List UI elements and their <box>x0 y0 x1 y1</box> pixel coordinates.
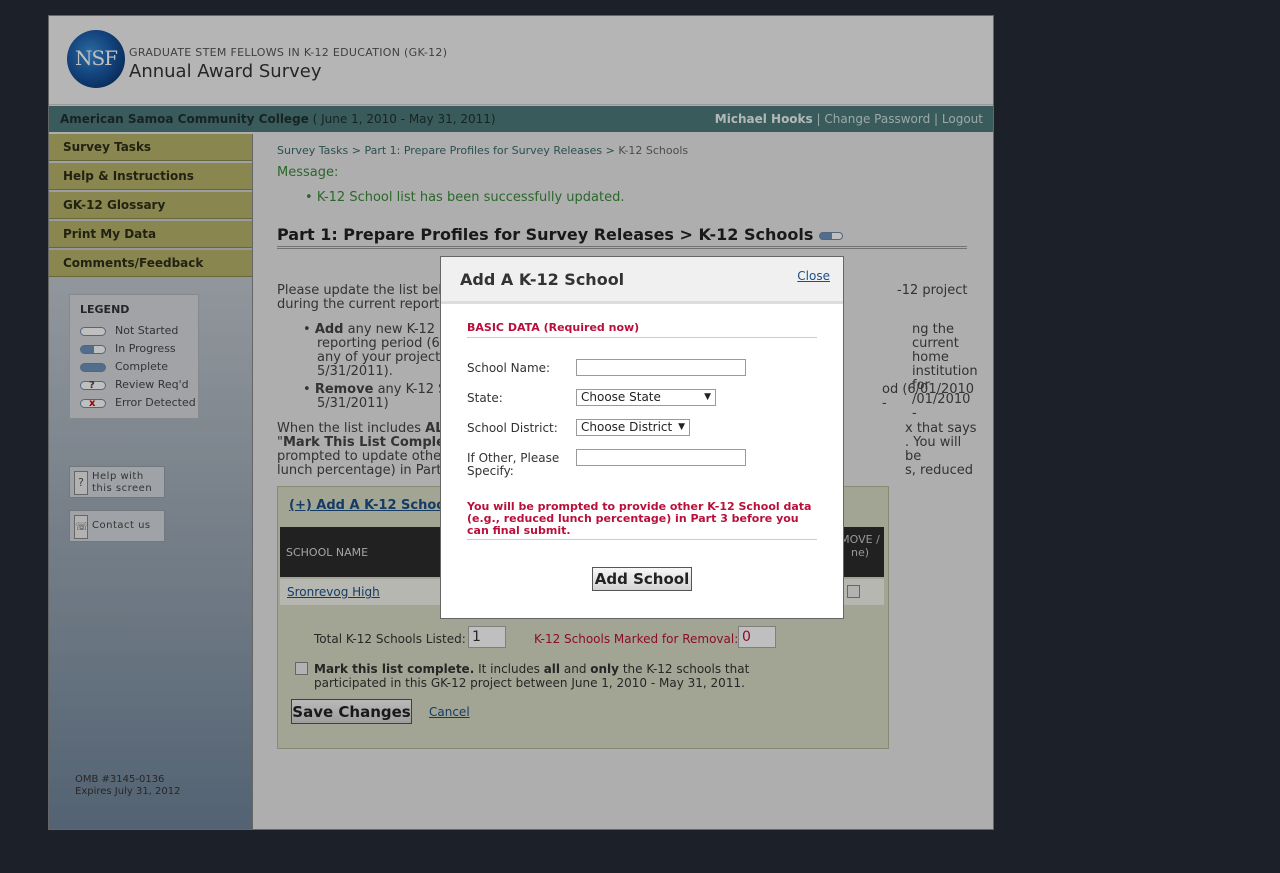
basic-data-heading: BASIC DATA (Required now) <box>467 321 817 338</box>
prompt-note: You will be prompted to provide other K-… <box>467 501 817 540</box>
school-name-input[interactable] <box>576 359 746 376</box>
modal-title: Add A K-12 School <box>460 270 625 289</box>
district-select[interactable]: Choose District ▼ <box>576 419 690 436</box>
school-name-label: School Name: <box>467 361 551 375</box>
close-link[interactable]: Close <box>797 269 830 283</box>
chevron-down-icon: ▼ <box>704 392 711 402</box>
add-school-modal: Add A K-12 School Close BASIC DATA (Requ… <box>440 256 844 619</box>
state-label: State: <box>467 391 503 405</box>
chevron-down-icon: ▼ <box>678 422 685 432</box>
state-select[interactable]: Choose State ▼ <box>576 389 716 406</box>
district-label: School District: <box>467 421 558 435</box>
modal-header: Add A K-12 School Close <box>441 257 843 304</box>
add-school-button[interactable]: Add School <box>592 567 692 591</box>
other-input[interactable] <box>576 449 746 466</box>
other-label: If Other, Please Specify: <box>467 451 560 478</box>
